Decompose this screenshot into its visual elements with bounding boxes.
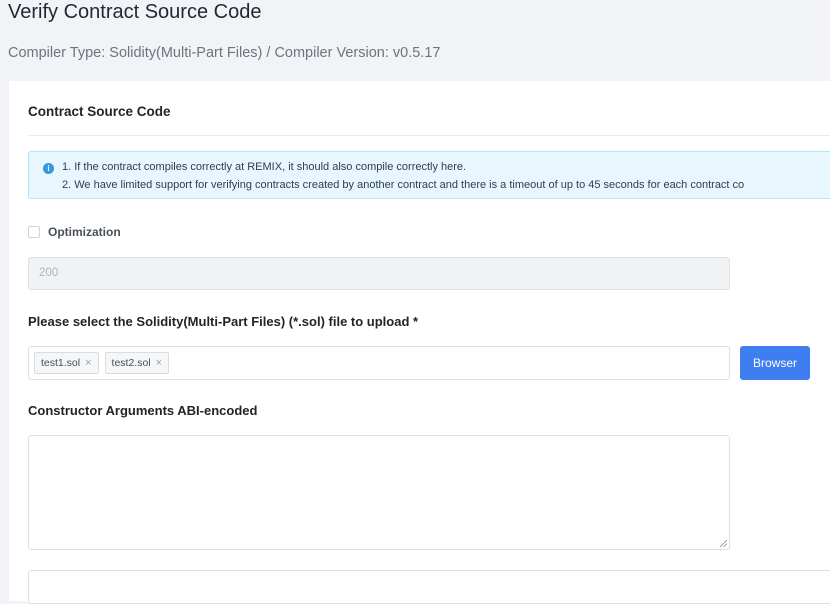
info-alert: i 1. If the contract compiles correctly … xyxy=(28,151,830,199)
file-tag: test2.sol × xyxy=(104,352,170,374)
compiler-info: Compiler Type: Solidity(Multi-Part Files… xyxy=(8,45,441,61)
file-tag-name: test1.sol xyxy=(41,357,81,369)
info-icon: i xyxy=(43,163,54,174)
card-title: Contract Source Code xyxy=(28,104,171,119)
optimization-checkbox[interactable] xyxy=(28,226,40,238)
constructor-args-label: Constructor Arguments ABI-encoded xyxy=(28,403,258,418)
file-select-field[interactable]: test1.sol × test2.sol × xyxy=(28,346,730,380)
divider xyxy=(28,135,830,136)
upload-label: Please select the Solidity(Multi-Part Fi… xyxy=(28,314,419,329)
browse-button[interactable]: Browser xyxy=(740,346,810,380)
info-line-1: 1. If the contract compiles correctly at… xyxy=(62,161,467,173)
next-field[interactable] xyxy=(28,570,830,604)
info-line-2: 2. We have limited support for verifying… xyxy=(62,179,745,191)
remove-file-icon[interactable]: × xyxy=(85,357,91,369)
optimization-runs-input[interactable]: 200 xyxy=(28,257,730,290)
file-tag-name: test2.sol xyxy=(111,357,151,369)
page-title: Verify Contract Source Code xyxy=(8,1,262,23)
resize-handle-icon[interactable] xyxy=(720,540,727,547)
remove-file-icon[interactable]: × xyxy=(156,357,162,369)
file-tag: test1.sol × xyxy=(34,352,99,374)
optimization-row[interactable]: Optimization xyxy=(28,225,121,239)
optimization-label: Optimization xyxy=(48,225,121,239)
constructor-args-textarea[interactable] xyxy=(28,435,730,550)
verify-card: Contract Source Code i 1. If the contrac… xyxy=(9,81,830,604)
